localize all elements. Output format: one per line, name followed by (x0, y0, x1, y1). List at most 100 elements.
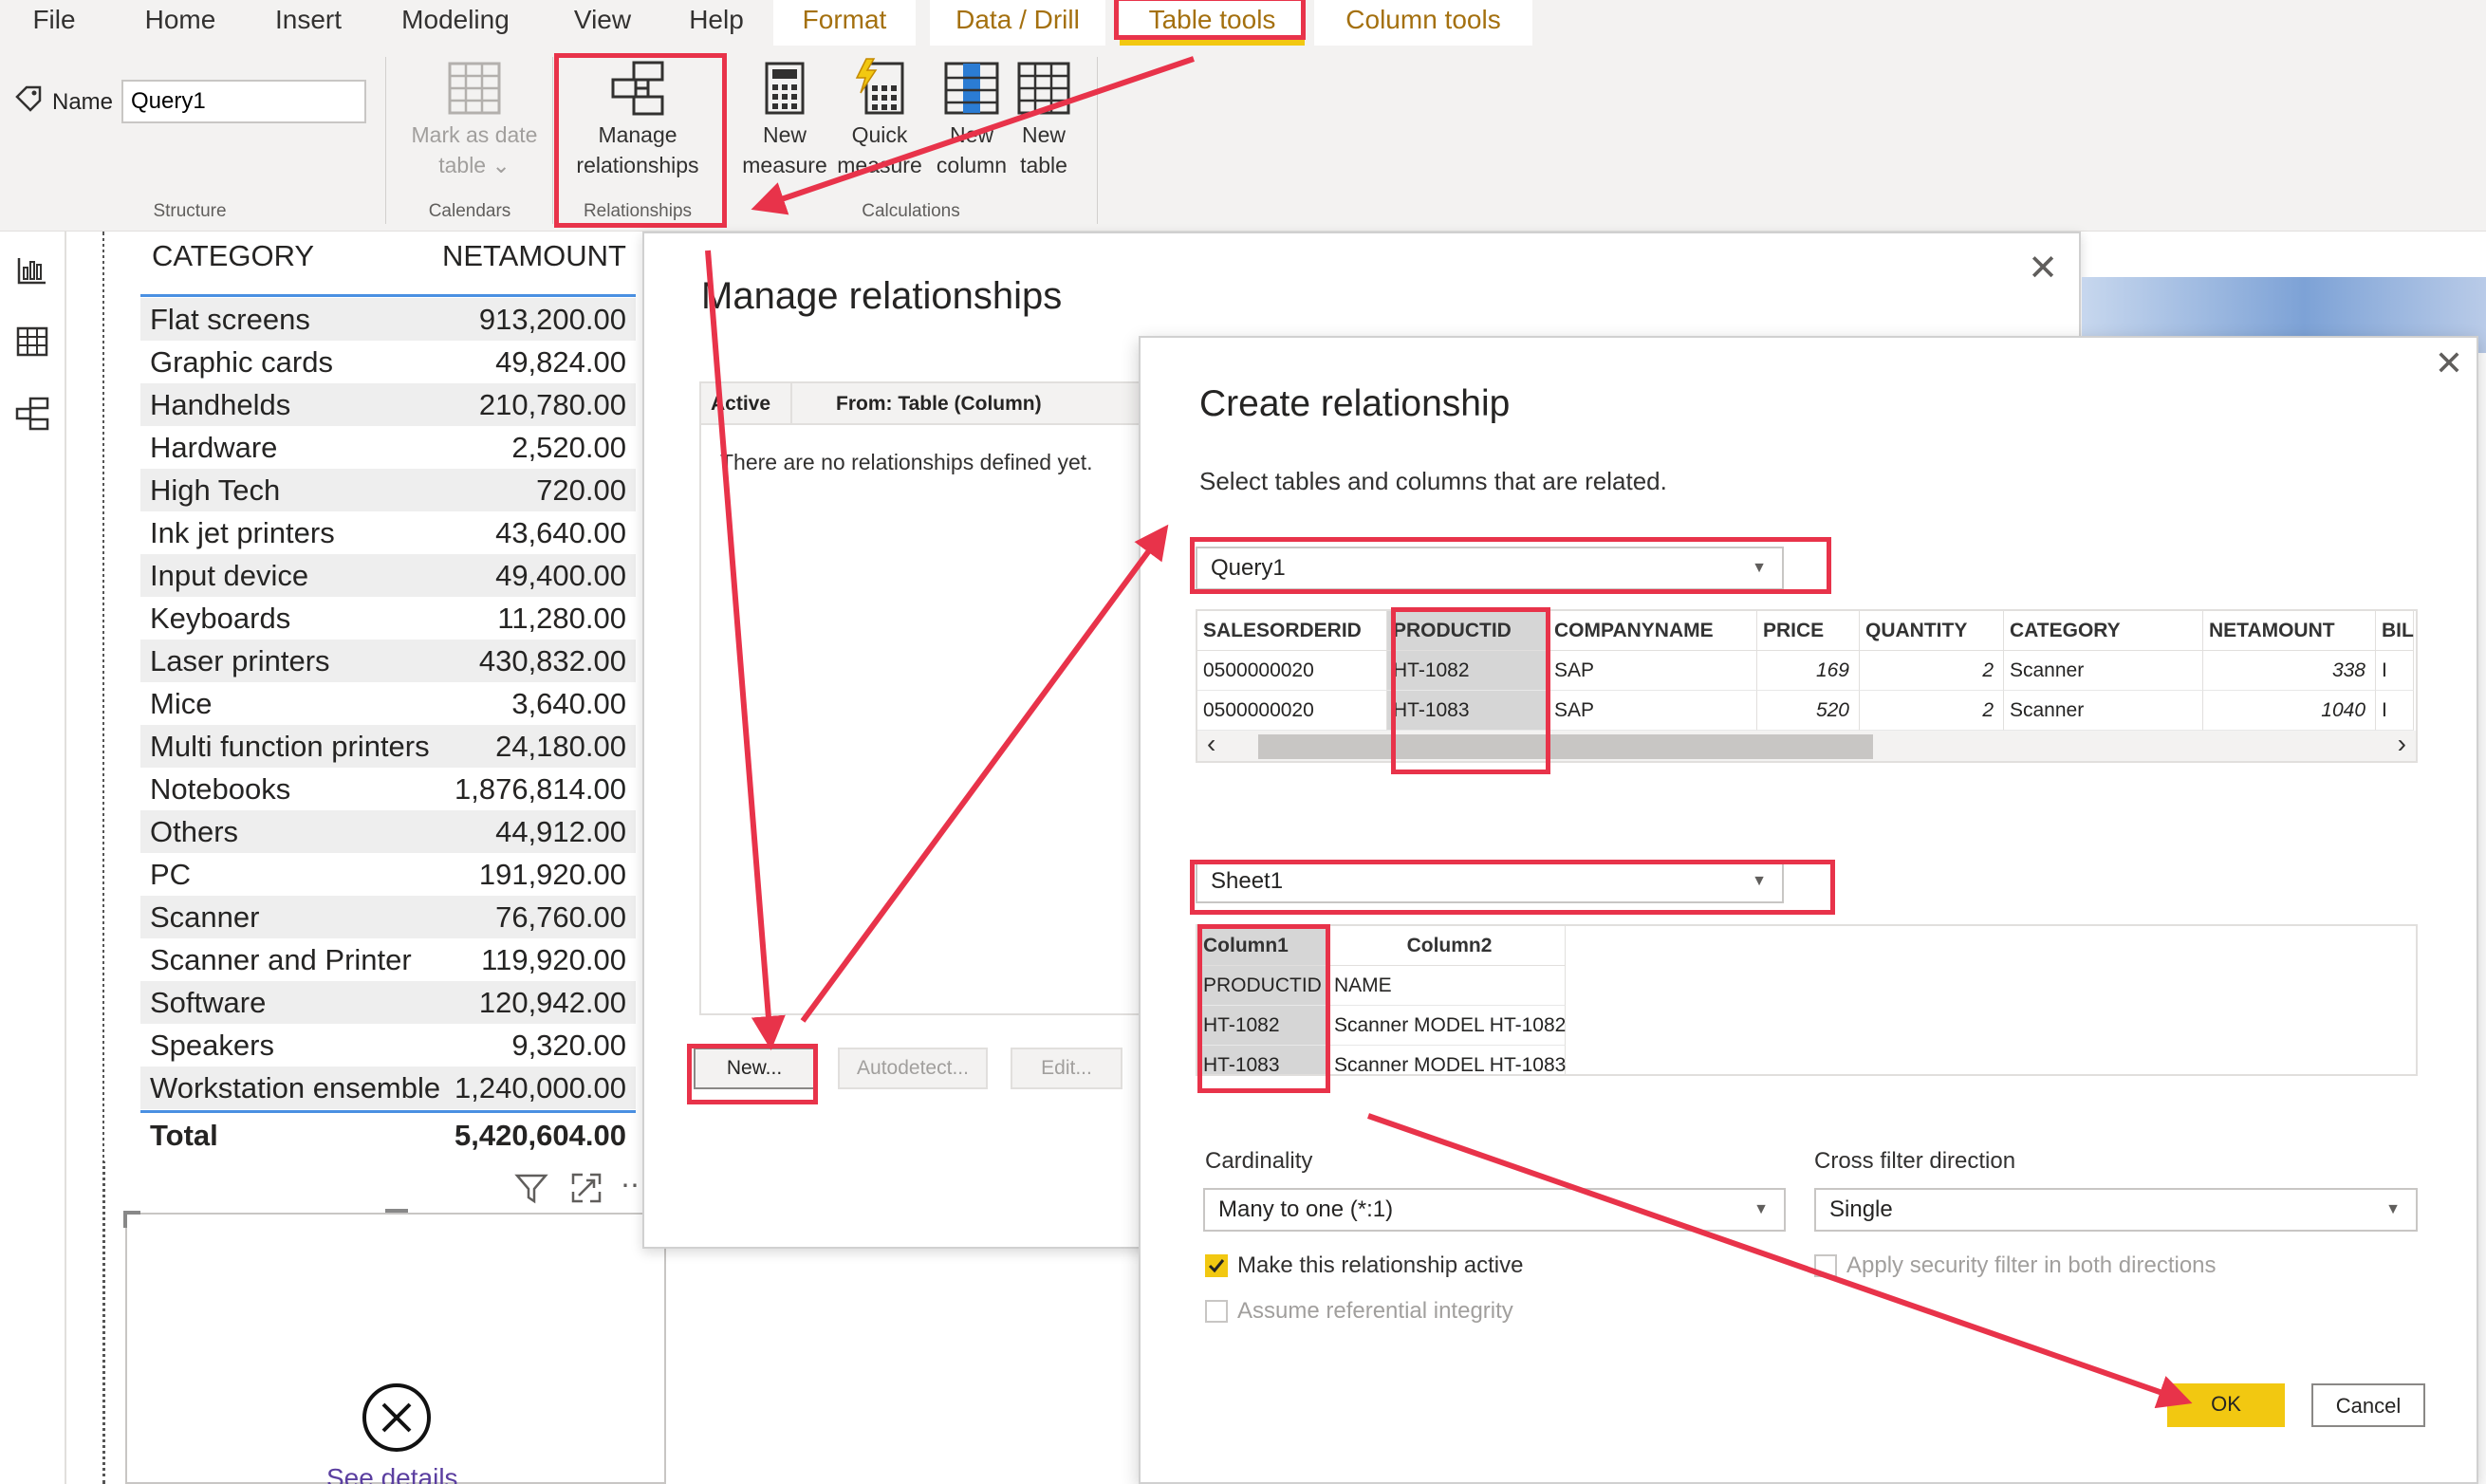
category-cell: Keyboards (150, 602, 291, 635)
cardinality-select[interactable]: Many to one (*:1) ▼ (1203, 1188, 1786, 1232)
model-view-icon[interactable] (13, 395, 51, 433)
active-checkbox[interactable] (1205, 1254, 1228, 1277)
netamount-cell: 3,640.00 (511, 687, 626, 720)
column-header[interactable]: Column2 (1328, 926, 1566, 966)
tab-table-tools[interactable]: Table tools (1120, 0, 1305, 46)
grid-cell: SAP (1549, 651, 1757, 691)
dialog-title: Create relationship (1199, 383, 1511, 424)
netamount-cell: 720.00 (536, 473, 626, 507)
corner-handle[interactable] (123, 1211, 140, 1228)
table-visual[interactable]: CATEGORY NETAMOUNT Flat screens 913,200.0… (104, 232, 655, 1161)
table-row[interactable]: Others 44,912.00 (140, 810, 636, 853)
grid-cell: Scanner (2004, 691, 2203, 731)
table-row[interactable]: Laser printers 430,832.00 (140, 640, 636, 682)
total-divider (140, 1110, 636, 1113)
dialog-title: Manage relationships (701, 275, 1063, 317)
netamount-cell: 120,942.00 (478, 986, 626, 1019)
referential-integrity-checkbox[interactable] (1205, 1300, 1228, 1323)
tab-home[interactable]: Home (133, 0, 228, 46)
column-header[interactable]: PRICE (1757, 611, 1860, 651)
horizontal-scrollbar[interactable]: ‹ › (1197, 729, 2416, 761)
column-header-netamount[interactable]: NETAMOUNT (442, 239, 626, 273)
relationships-icon (611, 61, 664, 116)
table-row[interactable]: PC 191,920.00 (140, 853, 636, 896)
tab-file[interactable]: File (19, 0, 89, 46)
table-row[interactable]: Ink jet printers 43,640.00 (140, 511, 636, 554)
table2-preview[interactable]: Column1 PRODUCTID HT-1082 HT-1083 Column2 NAM… (1196, 924, 2418, 1076)
netamount-cell: 9,320.00 (511, 1029, 626, 1062)
scroll-left-icon[interactable]: ‹ (1207, 729, 1215, 759)
table-row[interactable]: Graphic cards 49,824.00 (140, 341, 636, 383)
netamount-cell: 2,520.00 (511, 431, 626, 464)
menu-bar: File Home Insert Modeling View Help Form… (0, 0, 2486, 46)
column-header[interactable]: QUANTITY (1860, 611, 2004, 651)
category-cell: Software (150, 986, 267, 1019)
ok-button[interactable]: OK (2167, 1383, 2285, 1427)
chevron-down-icon: ▼ (1753, 1201, 1769, 1217)
new-measure-button[interactable]: New measure (733, 61, 837, 180)
table2-select[interactable]: Sheet1 ▼ (1196, 860, 1784, 903)
cancel-button[interactable]: Cancel (2311, 1383, 2425, 1427)
table-row[interactable]: Hardware 2,520.00 (140, 426, 636, 469)
autodetect-button[interactable]: Autodetect... (838, 1048, 988, 1089)
manage-relationships-button[interactable]: Manage relationships (562, 61, 714, 180)
new-table-button[interactable]: New table (1008, 61, 1080, 180)
table-row[interactable]: Flat screens 913,200.00 (140, 298, 636, 341)
tab-data-drill[interactable]: Data / Drill (930, 0, 1105, 46)
security-filter-checkbox[interactable] (1814, 1254, 1837, 1277)
close-icon[interactable]: ✕ (2028, 247, 2058, 289)
column-header[interactable]: SALESORDERID (1197, 611, 1387, 651)
tab-help[interactable]: Help (678, 0, 754, 46)
column-header[interactable]: PRODUCTID (1387, 611, 1549, 651)
grid-cell: 338 (2203, 651, 2376, 691)
table-row[interactable]: Speakers 9,320.00 (140, 1024, 636, 1067)
table-row[interactable]: Handhelds 210,780.00 (140, 383, 636, 426)
edit-button[interactable]: Edit... (1011, 1048, 1122, 1089)
category-cell: Others (150, 815, 239, 848)
filter-icon[interactable] (514, 1171, 548, 1205)
column-header-category[interactable]: CATEGORY (152, 239, 314, 273)
resize-handle[interactable] (385, 1209, 408, 1213)
close-icon[interactable]: ✕ (2435, 343, 2463, 383)
new-relationship-button[interactable]: New... (694, 1048, 815, 1089)
table-row[interactable]: Input device 49,400.00 (140, 554, 636, 597)
table-row[interactable]: Software 120,942.00 (140, 981, 636, 1024)
table-row[interactable]: Multi function printers 24,180.00 (140, 725, 636, 768)
tab-column-tools[interactable]: Column tools (1314, 0, 1532, 46)
column-header-active[interactable]: Active (711, 393, 770, 416)
column-header[interactable]: Column1 (1197, 926, 1328, 966)
tab-insert[interactable]: Insert (266, 0, 351, 46)
table-name-input[interactable] (121, 80, 366, 123)
table-row[interactable]: Keyboards 11,280.00 (140, 597, 636, 640)
report-view-icon[interactable] (13, 250, 51, 288)
calculator-icon (765, 62, 805, 115)
focus-mode-icon[interactable] (569, 1171, 603, 1205)
table-row[interactable]: Scanner 76,760.00 (140, 896, 636, 938)
category-cell: Ink jet printers (150, 516, 335, 549)
column-header[interactable]: CATEGORY (2004, 611, 2203, 651)
grid-cell: I (2376, 651, 2414, 691)
column-header-from[interactable]: From: Table (Column) (836, 393, 1042, 416)
table-body: Flat screens 913,200.00 Graphic cards 49,82… (104, 298, 655, 1110)
column-header[interactable]: COMPANYNAME (1549, 611, 1757, 651)
table-row[interactable]: High Tech 720.00 (140, 469, 636, 511)
scrollbar-thumb[interactable] (1258, 734, 1873, 759)
tab-modeling[interactable]: Modeling (389, 0, 522, 46)
scroll-right-icon[interactable]: › (2398, 729, 2406, 759)
grid-cell: 1040 (2203, 691, 2376, 731)
tab-view[interactable]: View (560, 0, 645, 46)
table-row[interactable]: Notebooks 1,876,814.00 (140, 768, 636, 810)
column-header[interactable]: NETAMOUNT (2203, 611, 2376, 651)
group-label-relationships: Relationships (583, 201, 693, 221)
table-row[interactable]: Workstation ensemble 1,240,000.00 (140, 1067, 636, 1109)
table-row[interactable]: Mice 3,640.00 (140, 682, 636, 725)
cross-filter-select[interactable]: Single ▼ (1814, 1188, 2418, 1232)
table1-preview[interactable]: SALESORDERID0500000020050000002005000000… (1196, 609, 2418, 763)
column-header[interactable]: BIL (2376, 611, 2414, 651)
see-details-link[interactable]: See details (326, 1463, 458, 1484)
tab-format[interactable]: Format (773, 0, 916, 46)
error-visual[interactable]: See details (123, 1209, 666, 1484)
table1-select[interactable]: Query1 ▼ (1196, 547, 1784, 590)
table-row[interactable]: Scanner and Printer 119,920.00 (140, 938, 636, 981)
data-view-icon[interactable] (13, 323, 51, 361)
